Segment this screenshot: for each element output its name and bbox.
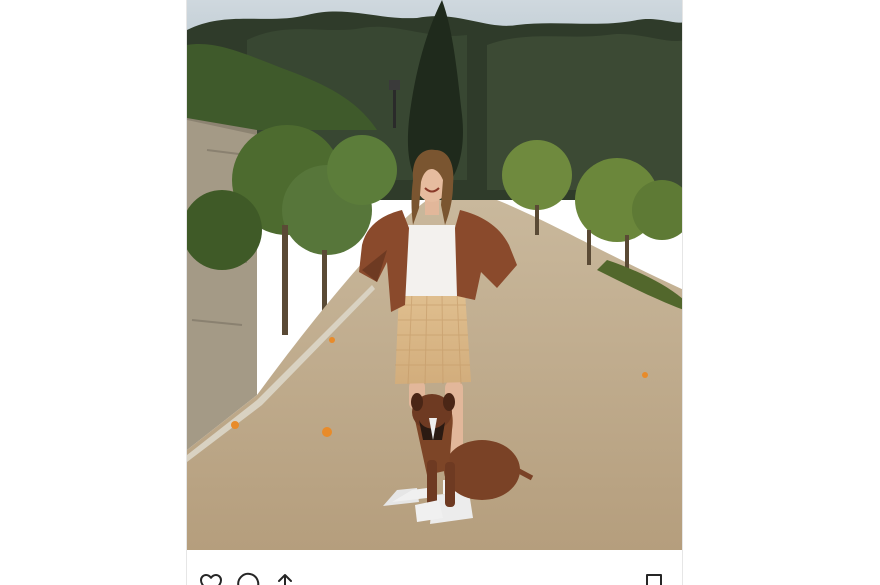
post-card <box>186 0 683 585</box>
heart-icon[interactable] <box>199 572 223 585</box>
comment-icon[interactable] <box>236 572 260 585</box>
post-action-bar <box>187 550 682 585</box>
post-photo-art <box>187 0 682 550</box>
share-icon[interactable] <box>273 572 297 585</box>
post-photo[interactable] <box>187 0 682 550</box>
bookmark-icon[interactable] <box>642 572 666 585</box>
